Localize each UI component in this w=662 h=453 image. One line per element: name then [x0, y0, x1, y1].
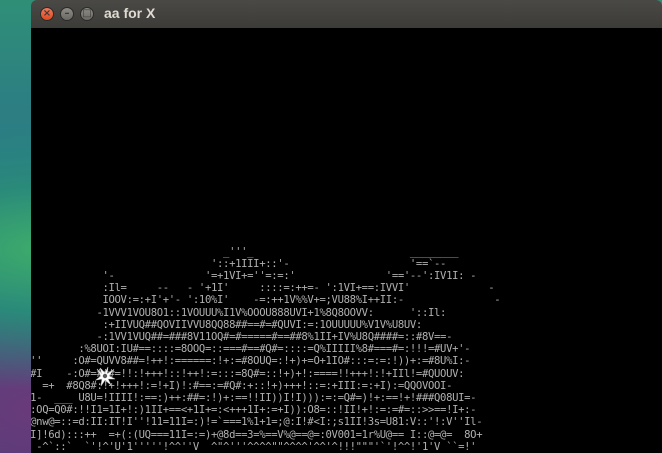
- minimize-button[interactable]: –: [60, 7, 74, 21]
- ascii-art-display: _'''_ ________ '::+1III+::'- '==`-- '- '…: [31, 245, 501, 453]
- title-bar[interactable]: × – □ aa for X: [31, 0, 662, 28]
- close-button[interactable]: ×: [40, 7, 54, 21]
- aa-window[interactable]: × – □ aa for X _'''_ ________ '::+1III+:…: [31, 0, 662, 453]
- window-title: aa for X: [104, 5, 156, 21]
- terminal-area[interactable]: _'''_ ________ '::+1III+::'- '==`-- '- '…: [31, 28, 662, 453]
- sprite-icon: [94, 366, 116, 387]
- maximize-button[interactable]: □: [80, 7, 94, 21]
